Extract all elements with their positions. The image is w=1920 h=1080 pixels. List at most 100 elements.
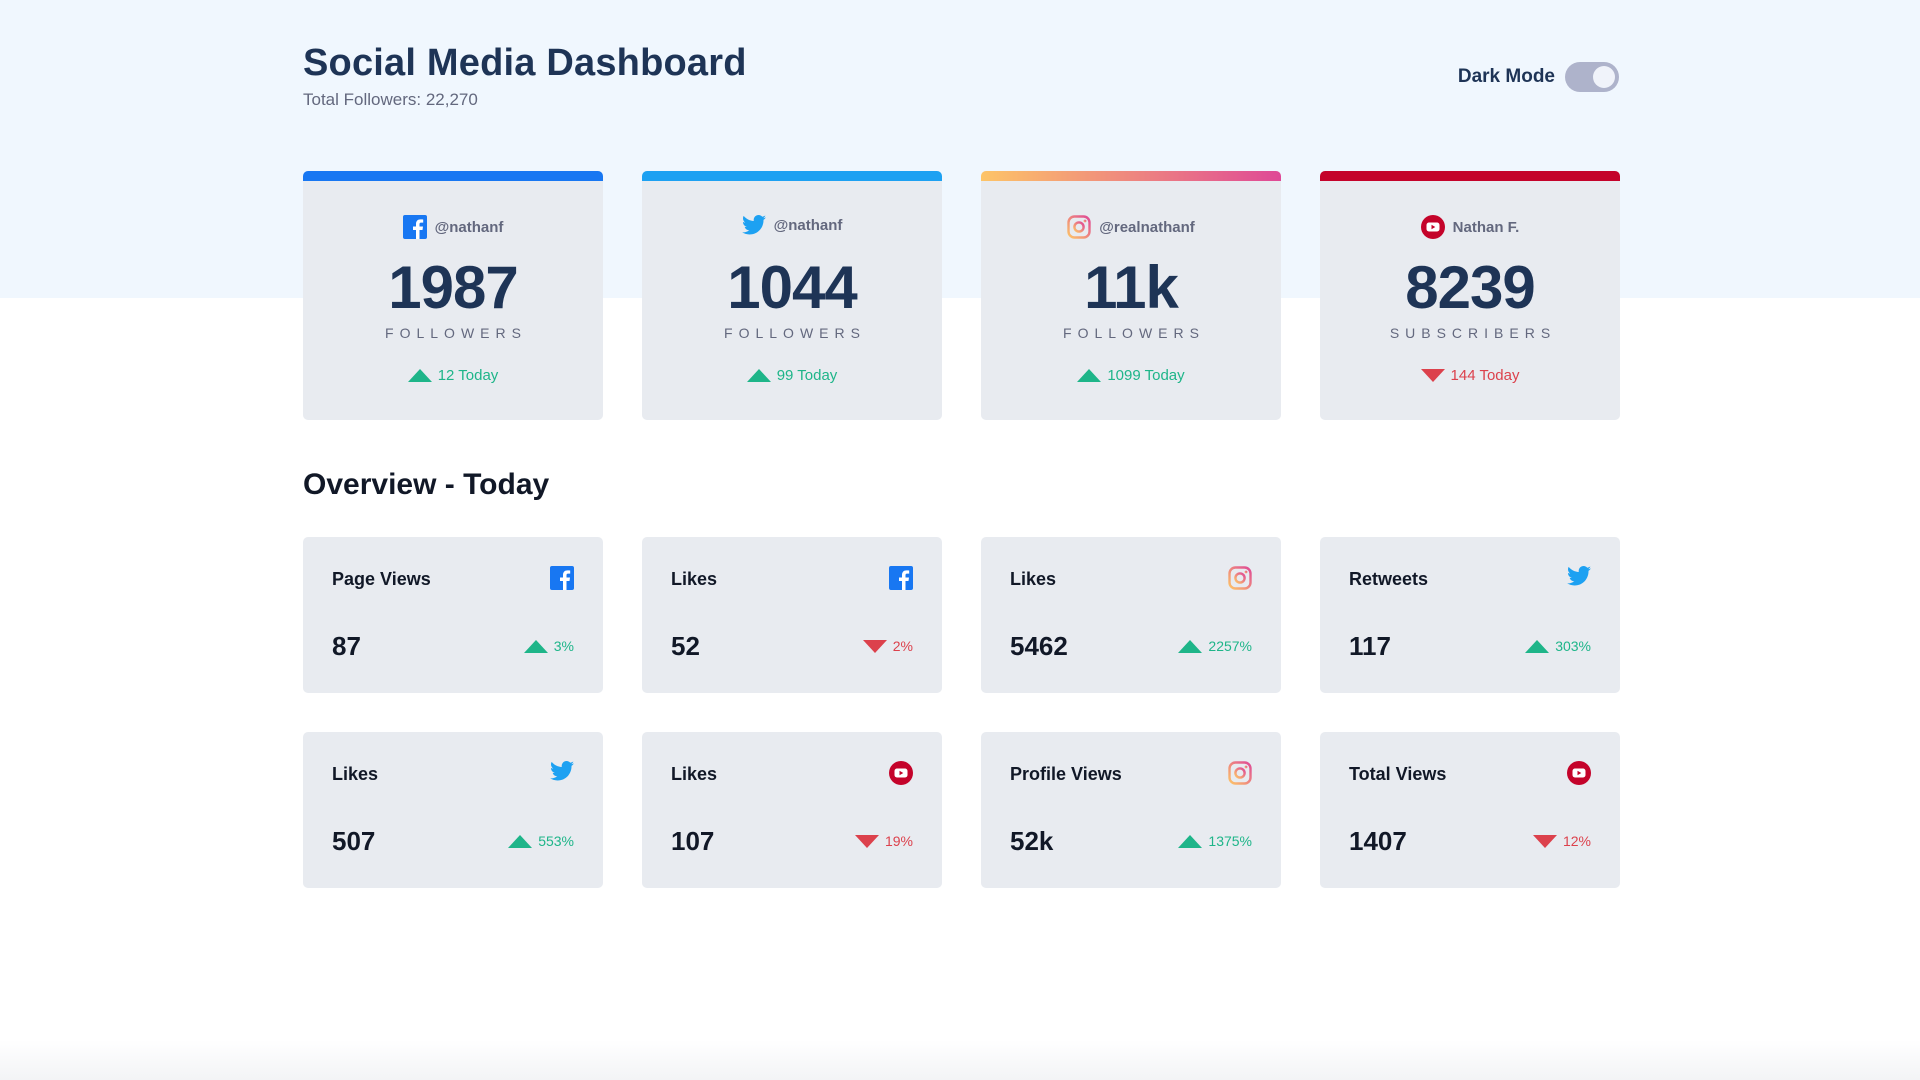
today-change: 99 Today xyxy=(642,367,942,384)
overview-label: Total Views xyxy=(1349,764,1447,784)
overview-card[interactable]: Likes 5462 2257% xyxy=(981,537,1281,693)
overview-change-text: 3% xyxy=(553,638,574,654)
follower-unit: SUBSCRIBERS xyxy=(1389,325,1557,341)
overview-change: 3% xyxy=(523,638,574,654)
today-change: 144 Today xyxy=(1320,367,1620,384)
twitter-icon xyxy=(741,215,766,235)
overview-change-text: 12% xyxy=(1562,833,1591,849)
overview-card[interactable]: Likes 52 2% xyxy=(642,537,942,693)
follower-count: 11k xyxy=(1084,254,1179,321)
follower-count: 1987 xyxy=(388,254,518,321)
overview-change: 303% xyxy=(1525,638,1591,654)
card-accent-bar xyxy=(303,171,603,181)
card-handle: @nathanf xyxy=(303,215,603,239)
card-handle-text: @realnathanf xyxy=(1099,218,1195,236)
arrow-up-icon xyxy=(407,369,432,382)
overview-card[interactable]: Retweets 117 303% xyxy=(1320,537,1620,693)
overview-label: Page Views xyxy=(332,569,431,589)
arrow-down-icon xyxy=(1420,369,1445,382)
overview-card[interactable]: Likes 507 553% xyxy=(303,732,603,888)
overview-change-text: 2% xyxy=(892,638,913,654)
instagram-icon xyxy=(1228,566,1252,590)
page-title: Social Media Dashboard xyxy=(303,42,747,84)
youtube-icon xyxy=(1420,215,1445,239)
overview-change-text: 2257% xyxy=(1208,638,1252,654)
overview-value: 87 xyxy=(332,631,361,661)
follower-cards: @nathanf 1987 FOLLOWERS 12 Today @nathan… xyxy=(303,171,1620,420)
today-change: 1099 Today xyxy=(981,367,1281,384)
overview-change-text: 303% xyxy=(1555,638,1591,654)
arrow-down-icon xyxy=(1532,834,1557,848)
card-handle: Nathan F. xyxy=(1320,215,1620,239)
facebook-icon xyxy=(889,566,913,590)
overview-change: 2% xyxy=(862,638,913,654)
arrow-up-icon xyxy=(1178,639,1203,653)
overview-change-text: 1375% xyxy=(1208,833,1252,849)
arrow-up-icon xyxy=(1525,639,1550,653)
card-handle: @realnathanf xyxy=(981,215,1281,239)
overview-grid: Page Views 87 3% Likes 52 2% Likes 5462 … xyxy=(303,537,1620,888)
overview-label: Likes xyxy=(671,569,718,589)
arrow-down-icon xyxy=(862,639,887,653)
follower-unit: FOLLOWERS xyxy=(724,325,866,341)
overview-card[interactable]: Likes 107 19% xyxy=(642,732,942,888)
card-accent-bar xyxy=(642,171,942,181)
facebook-icon xyxy=(550,566,574,590)
follower-unit: FOLLOWERS xyxy=(1063,325,1205,341)
overview-label: Retweets xyxy=(1349,569,1429,589)
today-change-text: 99 Today xyxy=(776,367,838,384)
overview-value: 1407 xyxy=(1349,826,1407,856)
overview-label: Profile Views xyxy=(1010,764,1122,784)
dark-mode-label: Dark Mode xyxy=(1457,66,1555,87)
card-accent-bar xyxy=(1320,171,1620,181)
card-handle: @nathanf xyxy=(642,215,942,235)
dark-mode-toggle[interactable] xyxy=(1565,62,1619,92)
arrow-up-icon xyxy=(746,369,771,382)
card-handle-text: @nathanf xyxy=(434,218,504,236)
overview-label: Likes xyxy=(671,764,718,784)
card-accent-bar xyxy=(981,171,1281,181)
follower-unit: FOLLOWERS xyxy=(385,325,527,341)
instagram-icon xyxy=(1067,215,1091,239)
overview-card[interactable]: Page Views 87 3% xyxy=(303,537,603,693)
overview-value: 507 xyxy=(332,826,376,856)
overview-change: 553% xyxy=(508,833,574,849)
follower-card-twitter[interactable]: @nathanf 1044 FOLLOWERS 99 Today xyxy=(642,171,942,420)
instagram-icon xyxy=(1228,761,1252,785)
dark-mode-control: Dark Mode xyxy=(1458,62,1619,92)
overview-card[interactable]: Profile Views 52k 1375% xyxy=(981,732,1281,888)
overview-label: Likes xyxy=(332,764,379,784)
overview-label: Likes xyxy=(1010,569,1057,589)
follower-count: 8239 xyxy=(1405,254,1535,321)
today-change: 12 Today xyxy=(303,367,603,384)
youtube-icon xyxy=(889,761,913,785)
follower-count: 1044 xyxy=(727,254,857,321)
overview-value: 5462 xyxy=(1010,631,1068,661)
dashboard: Social Media Dashboard Total Followers: … xyxy=(303,0,1620,1080)
overview-value: 52k xyxy=(1010,826,1054,856)
today-change-text: 12 Today xyxy=(437,367,499,384)
card-handle-text: Nathan F. xyxy=(1452,218,1520,236)
overview-value: 117 xyxy=(1349,631,1391,661)
today-change-text: 144 Today xyxy=(1450,367,1520,384)
twitter-icon xyxy=(550,761,574,781)
facebook-icon xyxy=(402,215,427,239)
twitter-icon xyxy=(1567,566,1591,586)
overview-change: 12% xyxy=(1532,833,1591,849)
arrow-up-icon xyxy=(1178,834,1203,848)
youtube-icon xyxy=(1567,761,1591,785)
overview-card[interactable]: Total Views 1407 12% xyxy=(1320,732,1620,888)
follower-card-instagram[interactable]: @realnathanf 11k FOLLOWERS 1099 Today xyxy=(981,171,1281,420)
overview-change-text: 553% xyxy=(538,833,574,849)
arrow-down-icon xyxy=(854,834,879,848)
today-change-text: 1099 Today xyxy=(1107,367,1185,384)
total-followers: Total Followers: 22,270 xyxy=(303,90,478,109)
follower-card-facebook[interactable]: @nathanf 1987 FOLLOWERS 12 Today xyxy=(303,171,603,420)
arrow-up-icon xyxy=(1077,369,1102,382)
overview-change-text: 19% xyxy=(884,833,913,849)
card-handle-text: @nathanf xyxy=(773,216,843,234)
follower-card-youtube[interactable]: Nathan F. 8239 SUBSCRIBERS 144 Today xyxy=(1320,171,1620,420)
arrow-up-icon xyxy=(508,834,533,848)
overview-change: 19% xyxy=(854,833,913,849)
overview-value: 52 xyxy=(671,631,700,661)
